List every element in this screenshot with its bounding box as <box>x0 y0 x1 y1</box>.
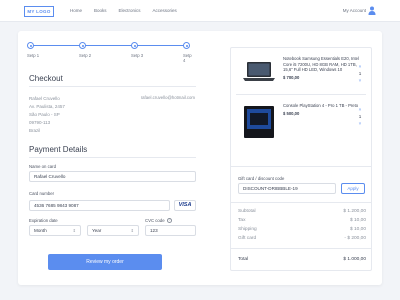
quantity-stepper[interactable]: ˄ 1 ˅ <box>356 106 364 127</box>
laptop-image <box>243 62 275 81</box>
step-4-label: Setp 4 <box>183 53 192 63</box>
gift-card-label: Gift card / discount code <box>238 176 285 181</box>
stepper-line <box>31 45 187 46</box>
step-2-label: Setp 2 <box>79 53 92 58</box>
apply-button[interactable]: Apply <box>341 183 365 194</box>
chevron-up-icon[interactable]: ˄ <box>356 63 364 70</box>
user-icon[interactable] <box>368 6 376 15</box>
product-price: $ 500,00 <box>283 111 300 116</box>
shipping-address: Rafael Cruvello Av. Paulista, 2457 São P… <box>29 95 65 135</box>
main-menu: Home Books Electronics Accessories <box>70 8 177 13</box>
step-2-dot[interactable] <box>79 42 86 49</box>
divider <box>230 202 372 203</box>
step-3-dot[interactable] <box>131 42 138 49</box>
divider <box>29 157 196 158</box>
step-4-dot[interactable] <box>183 42 190 49</box>
product-title: Notebook Samsung Essentials E20, Intel C… <box>283 56 359 72</box>
menu-item-books[interactable]: Books <box>94 8 107 13</box>
menu-item-accessories[interactable]: Accessories <box>153 8 177 13</box>
chevron-down-icon[interactable]: ˅ <box>356 120 364 127</box>
total-row: Total $ 1.000,00 <box>238 257 366 262</box>
quantity-value: 1 <box>358 114 362 119</box>
step-1-dot[interactable] <box>27 42 34 49</box>
address-zip: 09790-113 <box>29 120 51 125</box>
subtotal-row: Subtotal $ 1.200,00 <box>238 209 366 214</box>
tax-value: $ 10,00 <box>349 218 366 223</box>
gift-card-input[interactable]: DISCOUNT-DRIBBBLE-19 <box>238 183 336 194</box>
step-3-label: Setp 3 <box>131 53 144 58</box>
subtotal-label: Subtotal <box>238 209 256 214</box>
subtotal-value: $ 1.200,00 <box>343 209 366 214</box>
card-number-field[interactable]: 4536 7685 9843 9087 <box>29 200 170 211</box>
review-order-button[interactable]: Review my order <box>48 254 162 270</box>
chevron-down-icon[interactable]: ˅ <box>356 77 364 84</box>
menu-item-electronics[interactable]: Electronics <box>119 8 141 13</box>
info-icon[interactable]: ? <box>167 218 172 223</box>
cvc-field[interactable]: 123 <box>145 225 196 236</box>
name-on-card-field[interactable]: Rafael Cruvello <box>29 171 196 182</box>
product-price: $ 700,00 <box>283 75 300 80</box>
expiration-date-label: Expiration date <box>29 218 58 223</box>
gift-card-row-value: - $ 200,00 <box>344 236 366 241</box>
quantity-stepper[interactable]: ˄ 1 ˅ <box>356 63 364 84</box>
name-on-card-label: Name on card <box>29 164 56 169</box>
shipping-row: Shipping $ 10,00 <box>238 227 366 232</box>
address-country: Brazil <box>29 128 41 133</box>
month-select[interactable]: Month ⇕ <box>29 225 81 236</box>
email-address: rafael.cruvello@hotmail.com <box>140 95 195 100</box>
total-label: Total <box>238 257 249 262</box>
year-select[interactable]: Year ⇕ <box>87 225 139 236</box>
address-street: Av. Paulista, 2457 <box>29 104 65 109</box>
address-city: São Paulo - SP <box>29 112 60 117</box>
gift-card-row: Gift card - $ 200,00 <box>238 236 366 241</box>
logo[interactable]: MY LOGO <box>24 6 54 17</box>
payment-title: Payment Details <box>29 145 88 154</box>
tax-label: Tax <box>238 218 246 223</box>
total-value: $ 1.000,00 <box>343 257 366 262</box>
my-account-link[interactable]: My Account <box>343 8 366 13</box>
card-number-label: Card number <box>29 191 55 196</box>
updown-icon: ⇕ <box>72 228 76 233</box>
shipping-label: Shipping <box>238 227 257 232</box>
cvc-code-label: CVC code <box>145 218 165 223</box>
month-select-value: Month <box>34 228 47 233</box>
progress-stepper: Setp 1 Setp 2 Setp 3 Setp 4 <box>23 41 195 63</box>
divider <box>230 166 372 167</box>
menu-item-home[interactable]: Home <box>70 8 82 13</box>
tax-row: Tax $ 10,00 <box>238 218 366 223</box>
chevron-up-icon[interactable]: ˄ <box>356 106 364 113</box>
year-select-value: Year <box>92 228 102 233</box>
step-1-label: Setp 1 <box>27 53 40 58</box>
divider <box>230 248 372 249</box>
gift-card-row-label: Gift card <box>238 236 257 241</box>
divider <box>29 86 196 87</box>
quantity-value: 1 <box>358 71 362 76</box>
playstation-image <box>244 106 274 138</box>
address-name: Rafael Cruvello <box>29 96 60 101</box>
shipping-value: $ 10,00 <box>349 227 366 232</box>
visa-logo: VISA <box>174 200 196 211</box>
divider <box>236 94 366 95</box>
updown-icon: ⇕ <box>130 228 134 233</box>
product-title: Console PlayStation 4 - Pro 1 TB - Preto <box>283 103 359 108</box>
checkout-title: Checkout <box>29 74 63 83</box>
top-navbar: MY LOGO Home Books Electronics Accessori… <box>0 0 400 22</box>
